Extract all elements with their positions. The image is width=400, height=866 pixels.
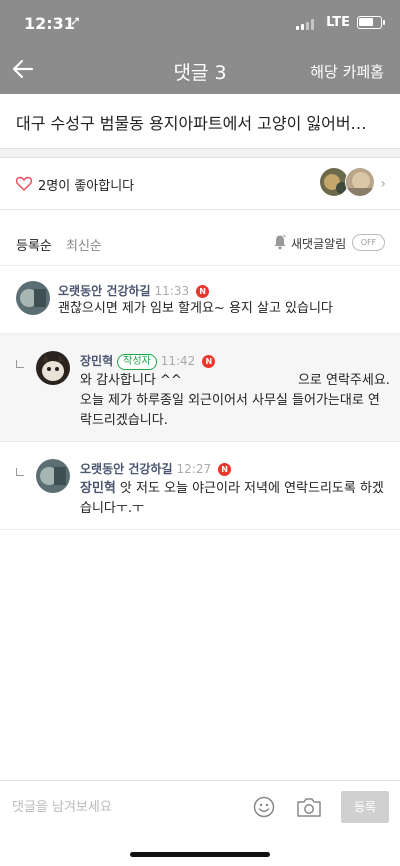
likes-count-text: 2명이 좋아합니다: [38, 179, 135, 194]
nav-bar: 댓글 3 해당 카페홈: [0, 48, 400, 94]
comment-time: 12:27: [176, 462, 212, 476]
new-badge: N: [202, 355, 216, 368]
post-title[interactable]: 대구 수성구 범물동 용지아파트에서 고양이 잃어버…: [0, 94, 400, 149]
signal-icon: [296, 19, 314, 30]
new-comment-alarm-label: 새댓글알림: [291, 237, 347, 251]
comment-text: 장민혁 앗 저도 오늘 야근이라 저녁에 연락드리도록 하겠습니다ㅜ.ㅜ: [80, 479, 390, 519]
submit-button[interactable]: 등록: [341, 791, 389, 823]
mention-nickname[interactable]: 장민혁: [80, 481, 116, 496]
sort-by-registration[interactable]: 등록순: [16, 235, 52, 254]
comment-text-part: 와 감사합니다 ^^: [80, 373, 182, 388]
comment-text: 와 감사합니다 ^^ 으로 연락주세요. 오늘 제가 하루종일 외근이어서 사무…: [80, 371, 390, 431]
heart-icon[interactable]: [16, 176, 32, 191]
camera-icon[interactable]: [296, 796, 322, 818]
reply-item[interactable]: 장민혁 작성자 11:42 N 와 감사합니다 ^^ 으로 연락주세요. 오늘 제가 …: [0, 334, 400, 442]
comment-text: 괜찮으시면 제가 임보 할게요~ 용지 살고 있습니다: [58, 301, 333, 316]
sort-by-latest[interactable]: 최신순: [66, 235, 102, 254]
avatar[interactable]: [16, 281, 50, 315]
redacted-contact: [186, 383, 298, 384]
back-arrow-icon[interactable]: [12, 58, 34, 80]
reply-indicator-icon: [16, 468, 24, 476]
reply-item[interactable]: 오랫동안 건강하길 12:27 N 장민혁 앗 저도 오늘 야근이라 저녁에 연락드리…: [0, 442, 400, 530]
comment-nickname[interactable]: 오랫동안 건강하길: [58, 284, 151, 298]
status-bar: 12:31 ➚ LTE: [0, 0, 400, 48]
battery-icon: [357, 16, 385, 29]
avatar[interactable]: [36, 351, 70, 385]
chevron-right-icon[interactable]: ›: [380, 176, 386, 192]
comment-time: 11:33: [154, 284, 190, 298]
home-indicator: [130, 852, 270, 857]
avatar[interactable]: [36, 459, 70, 493]
comment-time: 11:42: [160, 354, 196, 368]
comment-meta: 장민혁 작성자 11:42 N: [80, 350, 216, 370]
comment-nickname[interactable]: 장민혁: [80, 354, 113, 368]
liker-avatar: [345, 167, 375, 197]
bell-icon: [274, 234, 286, 250]
top-bar: 12:31 ➚ LTE 댓글 3 해당 카페홈: [0, 0, 400, 94]
emoji-icon[interactable]: [253, 796, 275, 818]
alarm-toggle[interactable]: OFF: [352, 234, 385, 251]
comment-input[interactable]: [12, 797, 242, 817]
comment-item[interactable]: 오랫동안 건강하길 11:33 N 괜찮으시면 제가 임보 할게요~ 용지 살고 있…: [0, 266, 400, 334]
comment-meta: 오랫동안 건강하길 12:27 N: [80, 458, 232, 476]
section-divider: [0, 149, 400, 158]
comment-text-part: 앗 저도 오늘 야근이라 저녁에 연락드리도록 하겠습니다ㅜ.ㅜ: [80, 481, 384, 516]
new-badge: N: [196, 285, 210, 298]
status-time: 12:31: [24, 14, 75, 33]
writer-badge: 작성자: [117, 354, 157, 370]
cafe-home-link[interactable]: 해당 카페홈: [310, 61, 384, 82]
location-arrow-icon: ➚: [70, 14, 81, 29]
new-badge: N: [218, 463, 232, 476]
reply-indicator-icon: [16, 360, 24, 368]
sort-bar: 등록순 최신순 새댓글알림 OFF: [0, 210, 400, 266]
network-label: LTE: [326, 15, 350, 30]
likes-row[interactable]: 2명이 좋아합니다 ›: [0, 158, 400, 210]
comment-input-bar: 등록: [0, 780, 400, 832]
comment-nickname[interactable]: 오랫동안 건강하길: [80, 462, 173, 476]
comment-meta: 오랫동안 건강하길 11:33 N: [58, 280, 210, 298]
